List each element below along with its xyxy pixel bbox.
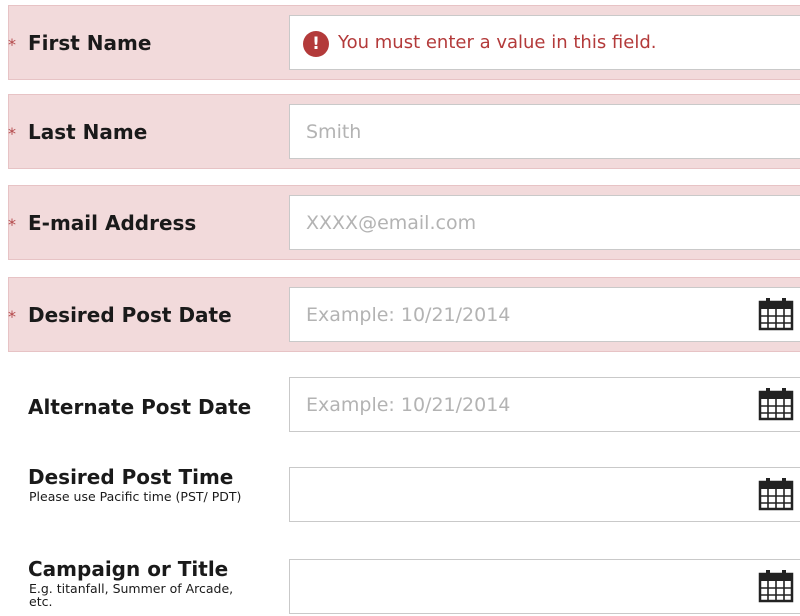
campaign-label: Campaign or Title	[28, 557, 229, 581]
campaign-input[interactable]	[289, 559, 800, 614]
first-name-label: First Name	[28, 31, 152, 55]
desired-post-date-label: Desired Post Date	[28, 303, 232, 327]
campaign-hint: E.g. titanfall, Summer of Arcade, etc.	[29, 581, 234, 609]
first-name-field[interactable]: ! You must enter a value in this field.	[289, 15, 800, 70]
required-asterisk: *	[8, 215, 16, 234]
calendar-icon[interactable]	[758, 387, 794, 421]
required-asterisk: *	[8, 124, 16, 143]
email-input[interactable]	[289, 195, 800, 250]
last-name-label: Last Name	[28, 120, 148, 144]
calendar-icon[interactable]	[758, 569, 794, 603]
calendar-icon[interactable]	[758, 297, 794, 331]
required-asterisk: *	[8, 307, 16, 326]
alternate-post-date-label: Alternate Post Date	[28, 395, 252, 419]
alternate-post-date-input[interactable]	[289, 377, 800, 432]
error-icon: !	[303, 31, 329, 57]
first-name-error-message: You must enter a value in this field.	[338, 32, 657, 53]
desired-post-date-input[interactable]	[289, 287, 800, 342]
desired-post-time-input[interactable]	[289, 467, 800, 522]
required-asterisk: *	[8, 35, 16, 54]
desired-post-time-label: Desired Post Time	[28, 465, 234, 489]
desired-post-time-hint: Please use Pacific time (PST/ PDT)	[29, 489, 242, 504]
calendar-icon[interactable]	[758, 477, 794, 511]
email-label: E-mail Address	[28, 211, 197, 235]
last-name-input[interactable]	[289, 104, 800, 159]
